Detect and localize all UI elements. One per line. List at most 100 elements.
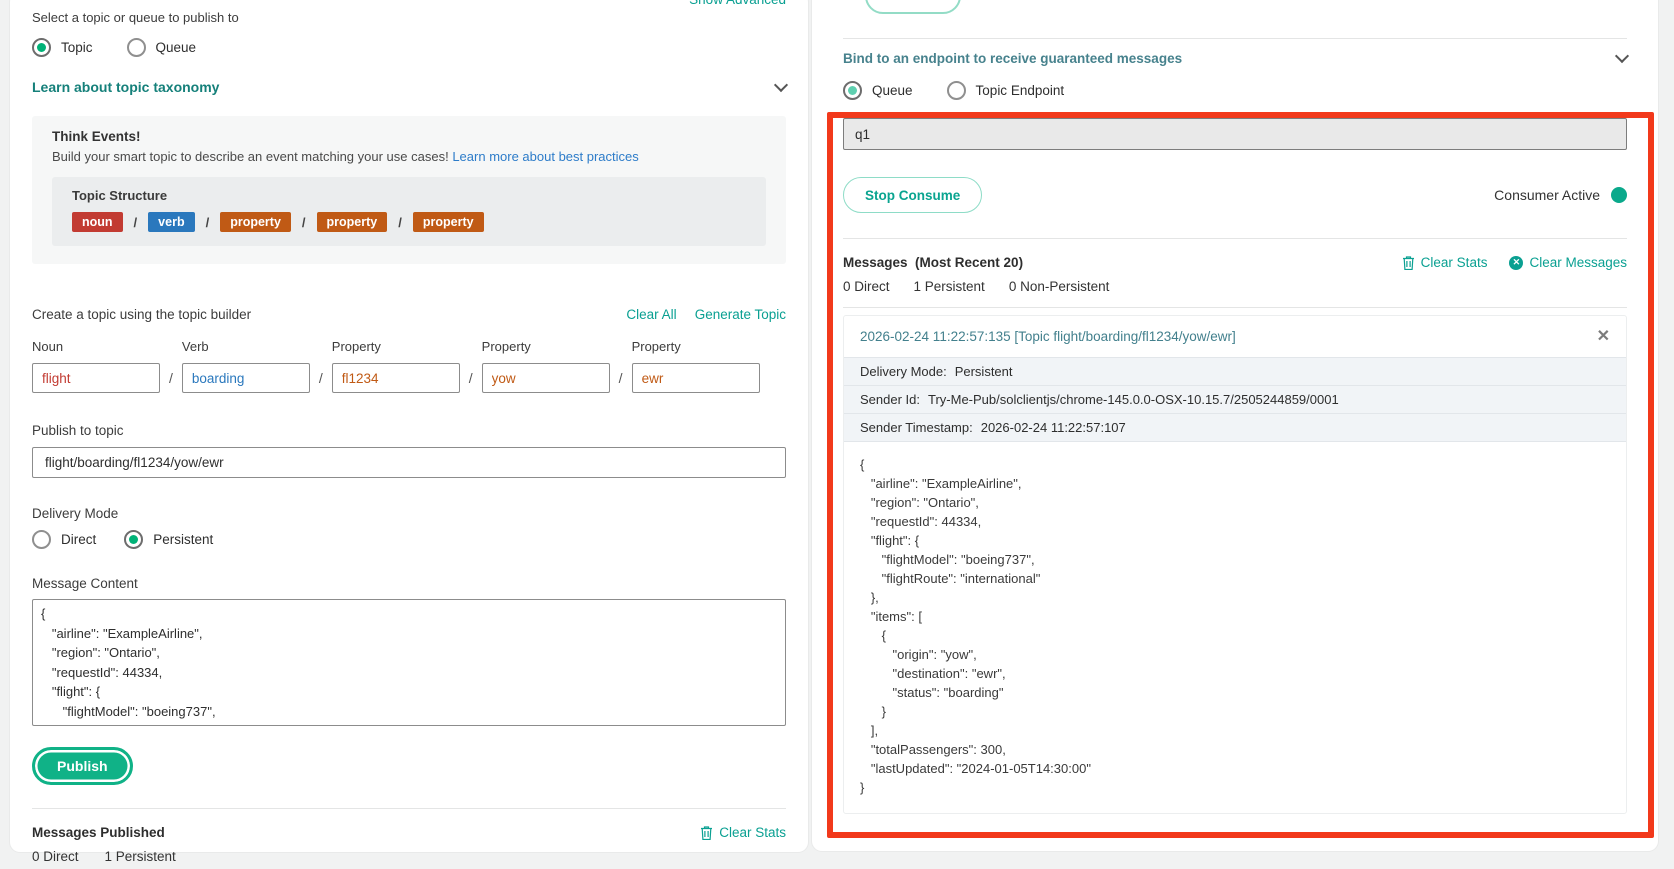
radio-endpoint-queue-label: Queue (872, 83, 913, 98)
message-meta-delivery-mode: Delivery Mode: Persistent (844, 357, 1626, 385)
chevron-down-icon[interactable] (774, 77, 788, 91)
publish-to-topic-label: Publish to topic (32, 423, 786, 438)
close-icon[interactable]: ✕ (1597, 329, 1610, 345)
field-property-1: Property (332, 339, 460, 393)
badge-separator: / (398, 215, 402, 230)
badge-separator: / (134, 215, 138, 230)
cutoff-button[interactable] (865, 0, 961, 14)
clear-all-link[interactable]: Clear All (626, 307, 676, 322)
field-separator: / (169, 370, 173, 386)
messages-published-title: Messages Published (32, 825, 165, 840)
chevron-down-icon[interactable] (1615, 49, 1629, 63)
radio-queue[interactable]: Queue (127, 38, 197, 57)
endpoint-name-input[interactable] (843, 118, 1627, 150)
bind-header-row: Bind to an endpoint to receive guarantee… (843, 51, 1627, 66)
field-verb: Verb (182, 339, 310, 393)
meta-value: Persistent (955, 364, 1013, 379)
radio-topic-endpoint[interactable]: Topic Endpoint (947, 81, 1065, 100)
publish-button[interactable]: Publish (32, 747, 133, 785)
radio-direct-label: Direct (61, 532, 96, 547)
badge-separator: / (206, 215, 210, 230)
clear-messages-label: Clear Messages (1529, 255, 1627, 270)
message-content-label: Message Content (32, 576, 786, 591)
field-property-2-input[interactable] (482, 363, 610, 393)
stop-consume-button[interactable]: Stop Consume (843, 177, 982, 213)
badge-property: property (317, 212, 388, 232)
radio-queue-control[interactable] (127, 38, 146, 57)
publish-destination-radios: Topic Queue (32, 38, 786, 57)
messages-stats: 0 Direct 1 Persistent 0 Non-Persistent (843, 279, 1627, 294)
messages-published-header: Messages Published Clear Stats (32, 809, 786, 840)
message-content-textarea[interactable]: { "airline": "ExampleAirline", "region":… (32, 599, 786, 726)
meta-value: Try-Me-Pub/solclientjs/chrome-145.0.0-OS… (928, 392, 1339, 407)
radio-direct-control[interactable] (32, 530, 51, 549)
field-property-3: Property (632, 339, 760, 393)
received-nonpersistent-count: 0 Non-Persistent (1009, 279, 1110, 294)
trash-icon (1402, 256, 1415, 270)
field-property-3-input[interactable] (632, 363, 760, 393)
generate-topic-link[interactable]: Generate Topic (695, 307, 786, 322)
consumer-status: Consumer Active (1494, 187, 1627, 203)
badge-noun: noun (72, 212, 123, 232)
think-events-body: Build your smart topic to describe an ev… (52, 149, 766, 164)
field-verb-label: Verb (182, 339, 310, 354)
badge-property: property (413, 212, 484, 232)
field-property-2: Property (482, 339, 610, 393)
radio-topic-control[interactable] (32, 38, 51, 57)
subscriber-clear-stats-link[interactable]: Clear Stats (1402, 255, 1488, 270)
field-verb-input[interactable] (182, 363, 310, 393)
messages-header-row: Messages (Most Recent 20) Clear Stats ✕ … (843, 255, 1627, 270)
message-payload: { "airline": "ExampleAirline", "region":… (844, 442, 1626, 813)
meta-label: Sender Id: (860, 392, 920, 407)
best-practices-link[interactable]: Learn more about best practices (452, 149, 638, 164)
publish-to-topic-input[interactable] (32, 447, 786, 478)
topic-builder-header: Create a topic using the topic builder C… (32, 307, 786, 322)
message-card-header: 2026-02-24 11:22:57:135 [Topic flight/bo… (844, 316, 1626, 357)
radio-queue-label: Queue (156, 40, 197, 55)
radio-direct[interactable]: Direct (32, 530, 96, 549)
show-advanced-link[interactable]: Show Advanced (689, 0, 786, 7)
consumer-active-dot (1611, 187, 1627, 203)
radio-endpoint-queue[interactable]: Queue (843, 81, 913, 100)
topic-structure-box: Topic Structure noun / verb / property /… (52, 177, 766, 246)
taxonomy-link[interactable]: Learn about topic taxonomy (32, 79, 219, 95)
think-events-text: Build your smart topic to describe an ev… (52, 149, 449, 164)
endpoint-radios: Queue Topic Endpoint (843, 81, 1627, 100)
badge-property: property (220, 212, 291, 232)
publisher-clear-stats-link[interactable]: Clear Stats (700, 825, 786, 840)
taxonomy-row: Learn about topic taxonomy (32, 79, 786, 95)
topic-builder-fields: Noun / Verb / Property / Property / Prop… (32, 339, 786, 393)
badge-verb: verb (148, 212, 194, 232)
subscriber-divider-list (843, 307, 1627, 308)
field-property-2-label: Property (482, 339, 610, 354)
field-noun: Noun (32, 339, 160, 393)
subscriber-divider-mid (843, 238, 1627, 239)
received-message-card: 2026-02-24 11:22:57:135 [Topic flight/bo… (843, 315, 1627, 814)
try-me-page: Show Advanced Select a topic or queue to… (0, 0, 1674, 869)
received-persistent-count: 1 Persistent (914, 279, 985, 294)
message-meta-sender-id: Sender Id: Try-Me-Pub/solclientjs/chrome… (844, 385, 1626, 413)
field-property-3-label: Property (632, 339, 760, 354)
subscriber-clear-stats-label: Clear Stats (1421, 255, 1488, 270)
clear-messages-link[interactable]: ✕ Clear Messages (1509, 255, 1627, 270)
radio-persistent[interactable]: Persistent (124, 530, 213, 549)
meta-value: 2026-02-24 11:22:57:107 (981, 420, 1126, 435)
field-noun-input[interactable] (32, 363, 160, 393)
message-topic-link[interactable]: 2026-02-24 11:22:57:135 [Topic flight/bo… (860, 329, 1236, 344)
radio-topic-endpoint-label: Topic Endpoint (976, 83, 1065, 98)
delivery-mode-label: Delivery Mode (32, 506, 786, 521)
received-direct-count: 0 Direct (843, 279, 890, 294)
field-property-1-input[interactable] (332, 363, 460, 393)
consume-row: Stop Consume Consumer Active (843, 177, 1627, 213)
radio-persistent-control[interactable] (124, 530, 143, 549)
message-meta-sender-timestamp: Sender Timestamp: 2026-02-24 11:22:57:10… (844, 413, 1626, 442)
field-noun-label: Noun (32, 339, 160, 354)
radio-topic-endpoint-control[interactable] (947, 81, 966, 100)
topic-structure-title: Topic Structure (72, 188, 746, 203)
radio-endpoint-queue-control[interactable] (843, 81, 862, 100)
radio-topic[interactable]: Topic (32, 38, 93, 57)
topic-builder-title: Create a topic using the topic builder (32, 307, 251, 322)
published-persistent-count: 1 Persistent (105, 849, 176, 864)
think-events-title: Think Events! (52, 129, 766, 144)
field-property-1-label: Property (332, 339, 460, 354)
